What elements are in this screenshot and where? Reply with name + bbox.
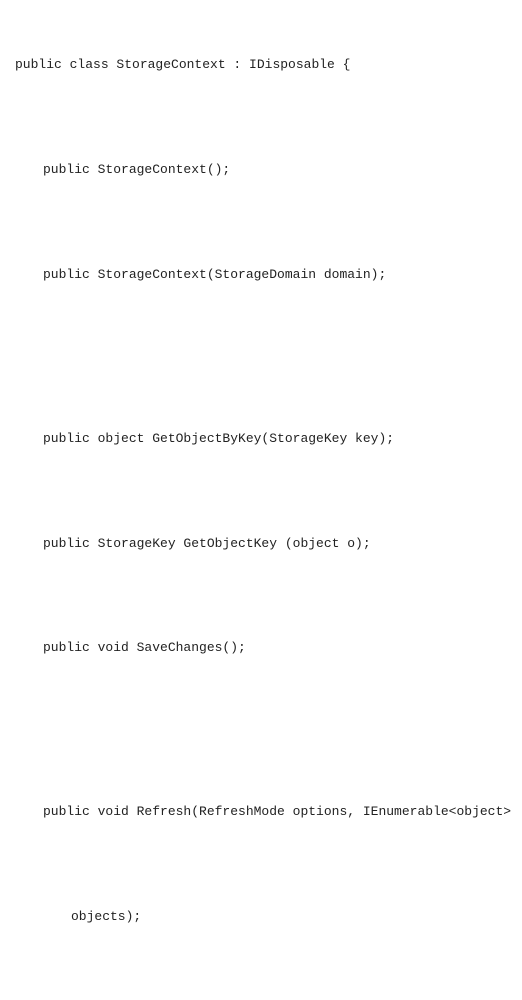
code-line: public void SaveChanges();	[15, 639, 507, 657]
code-line: public void Refresh(RefreshMode options,…	[15, 803, 507, 821]
code-line: public class StorageContext : IDisposabl…	[15, 56, 507, 74]
code-line: public StorageContext();	[15, 161, 507, 179]
code-line: objects);	[15, 908, 507, 926]
code-line: public StorageContext(StorageDomain doma…	[15, 266, 507, 284]
code-block: public class StorageContext : IDisposabl…	[15, 20, 507, 1000]
code-line: public object GetObjectByKey(StorageKey …	[15, 430, 507, 448]
code-line: public StorageKey GetObjectKey (object o…	[15, 535, 507, 553]
